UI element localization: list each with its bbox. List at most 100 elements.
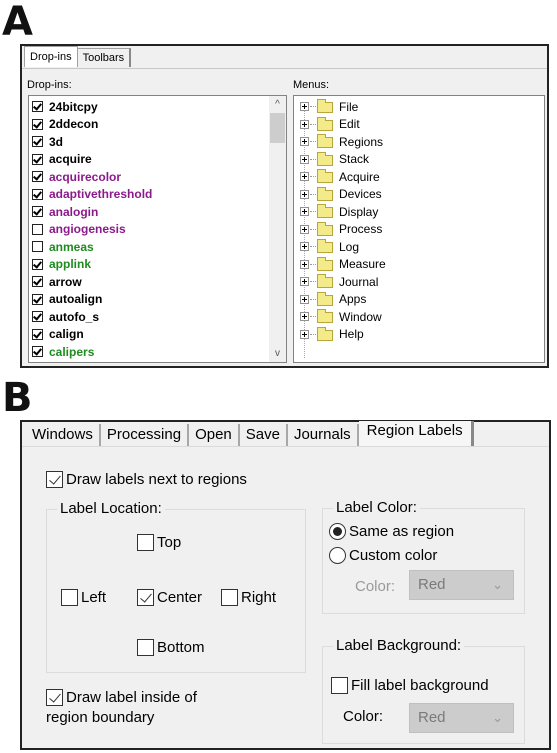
tab-open[interactable]: Open <box>189 424 240 446</box>
expand-plus-icon[interactable] <box>300 137 309 147</box>
fill-background-check-icon[interactable] <box>331 677 348 694</box>
expand-plus-icon[interactable] <box>300 172 309 182</box>
custom-color-radio[interactable]: Custom color <box>329 547 437 564</box>
draw-inside-checkbox[interactable]: Draw label inside of region boundary <box>46 688 197 728</box>
dropin-checkbox[interactable] <box>32 293 43 305</box>
dropin-checkbox[interactable] <box>32 136 43 148</box>
tab-region-labels[interactable]: Region Labels <box>358 421 474 447</box>
menu-tree-item[interactable]: Help <box>294 326 544 344</box>
dropin-checkbox[interactable] <box>32 153 43 165</box>
expand-plus-icon[interactable] <box>300 154 309 164</box>
dropin-checkbox[interactable] <box>32 241 43 253</box>
tab-save[interactable]: Save <box>239 424 288 446</box>
dropin-name: autofo_s <box>49 309 100 324</box>
tab-processing[interactable]: Processing <box>100 424 190 446</box>
dropin-list-item[interactable]: 2ddecon <box>29 116 286 134</box>
dropin-list-item[interactable]: calign <box>29 326 286 344</box>
expand-plus-icon[interactable] <box>300 242 309 252</box>
tab-journals[interactable]: Journals <box>287 424 359 446</box>
expand-plus-icon[interactable] <box>300 329 309 339</box>
draw-labels-check-icon[interactable] <box>46 471 63 488</box>
left-check-icon[interactable] <box>61 589 78 606</box>
folder-icon <box>317 186 333 201</box>
menu-name: Log <box>339 239 360 254</box>
draw-inside-check-icon[interactable] <box>46 689 63 706</box>
tree-connector <box>310 141 316 143</box>
dropin-checkbox[interactable] <box>32 188 43 200</box>
tree-connector <box>310 211 316 213</box>
dropin-checkbox[interactable] <box>32 276 43 288</box>
menu-tree-item[interactable]: Acquire <box>294 168 544 186</box>
dropin-list-item[interactable]: autoalign <box>29 291 286 309</box>
dropin-list-item[interactable]: calipers <box>29 343 286 361</box>
dropin-checkbox[interactable] <box>32 118 43 130</box>
dropin-checkbox[interactable] <box>32 171 43 183</box>
dropins-listbox[interactable]: 24bitcpy 2ddecon 3d acquire acquirecolor adap… <box>28 95 287 363</box>
menu-tree-item[interactable]: Journal <box>294 273 544 291</box>
top-checkbox[interactable]: Top <box>137 534 181 551</box>
expand-plus-icon[interactable] <box>300 207 309 217</box>
dropin-list-item[interactable]: angiogenesis <box>29 221 286 239</box>
expand-plus-icon[interactable] <box>300 294 309 304</box>
menu-tree-item[interactable]: Measure <box>294 256 544 274</box>
custom-color-radio-icon[interactable] <box>329 547 346 564</box>
same-as-region-radio-icon[interactable] <box>329 523 346 540</box>
expand-plus-icon[interactable] <box>300 189 309 199</box>
fill-background-checkbox[interactable]: Fill label background <box>331 677 489 694</box>
expand-plus-icon[interactable] <box>300 312 309 322</box>
menu-tree-item[interactable]: File <box>294 98 544 116</box>
expand-plus-icon[interactable] <box>300 277 309 287</box>
dropin-list-item[interactable]: autofo_s <box>29 308 286 326</box>
label-background-dropdown[interactable]: Red ⌄ <box>409 703 514 733</box>
dropin-list-item[interactable]: 24bitcpy <box>29 98 286 116</box>
menu-tree-item[interactable]: Display <box>294 203 544 221</box>
dropin-list-item[interactable]: arrow <box>29 273 286 291</box>
scroll-down-icon[interactable]: v <box>269 345 286 362</box>
right-checkbox[interactable]: Right <box>221 589 276 606</box>
menu-tree-item[interactable]: Process <box>294 221 544 239</box>
same-as-region-radio[interactable]: Same as region <box>329 523 454 540</box>
dropin-checkbox[interactable] <box>32 206 43 218</box>
expand-plus-icon[interactable] <box>300 102 309 112</box>
bottom-check-icon[interactable] <box>137 639 154 656</box>
menu-tree-item[interactable]: Window <box>294 308 544 326</box>
bottom-checkbox[interactable]: Bottom <box>137 639 205 656</box>
scroll-thumb[interactable] <box>270 113 285 143</box>
tab-drop-ins[interactable]: Drop-ins <box>24 46 78 67</box>
center-checkbox[interactable]: Center <box>137 589 202 606</box>
menus-tree[interactable]: File Edit Regions Stack Acquire Devices Displa… <box>293 95 545 363</box>
dropin-list-item[interactable]: acquire <box>29 151 286 169</box>
left-checkbox[interactable]: Left <box>61 589 106 606</box>
expand-plus-icon[interactable] <box>300 224 309 234</box>
menu-tree-item[interactable]: Regions <box>294 133 544 151</box>
tab-toolbars[interactable]: Toolbars <box>77 48 132 67</box>
dropin-list-item[interactable]: adaptivethreshold <box>29 186 286 204</box>
dropin-checkbox[interactable] <box>32 101 43 113</box>
dropin-list-item[interactable]: applink <box>29 256 286 274</box>
center-check-icon[interactable] <box>137 589 154 606</box>
expand-plus-icon[interactable] <box>300 259 309 269</box>
dropin-checkbox[interactable] <box>32 346 43 358</box>
dropin-checkbox[interactable] <box>32 328 43 340</box>
menu-tree-item[interactable]: Log <box>294 238 544 256</box>
dropin-list-item[interactable]: anmeas <box>29 238 286 256</box>
dropin-list-item[interactable]: acquirecolor <box>29 168 286 186</box>
menu-tree-item[interactable]: Edit <box>294 116 544 134</box>
top-check-icon[interactable] <box>137 534 154 551</box>
right-check-icon[interactable] <box>221 589 238 606</box>
dropin-checkbox[interactable] <box>32 223 43 235</box>
dropin-checkbox[interactable] <box>32 311 43 323</box>
scroll-up-icon[interactable]: ^ <box>269 96 286 113</box>
bottom-text: Bottom <box>157 639 205 656</box>
draw-labels-checkbox[interactable]: Draw labels next to regions <box>46 471 247 488</box>
dropins-scrollbar[interactable]: ^ v <box>269 96 286 362</box>
expand-plus-icon[interactable] <box>300 119 309 129</box>
menu-tree-item[interactable]: Apps <box>294 291 544 309</box>
menu-tree-item[interactable]: Stack <box>294 151 544 169</box>
dropin-list-item[interactable]: analogin <box>29 203 286 221</box>
dropin-list-item[interactable]: 3d <box>29 133 286 151</box>
dropin-checkbox[interactable] <box>32 258 43 270</box>
tab-windows[interactable]: Windows <box>26 424 101 446</box>
label-color-dropdown[interactable]: Red ⌄ <box>409 570 514 600</box>
menu-tree-item[interactable]: Devices <box>294 186 544 204</box>
